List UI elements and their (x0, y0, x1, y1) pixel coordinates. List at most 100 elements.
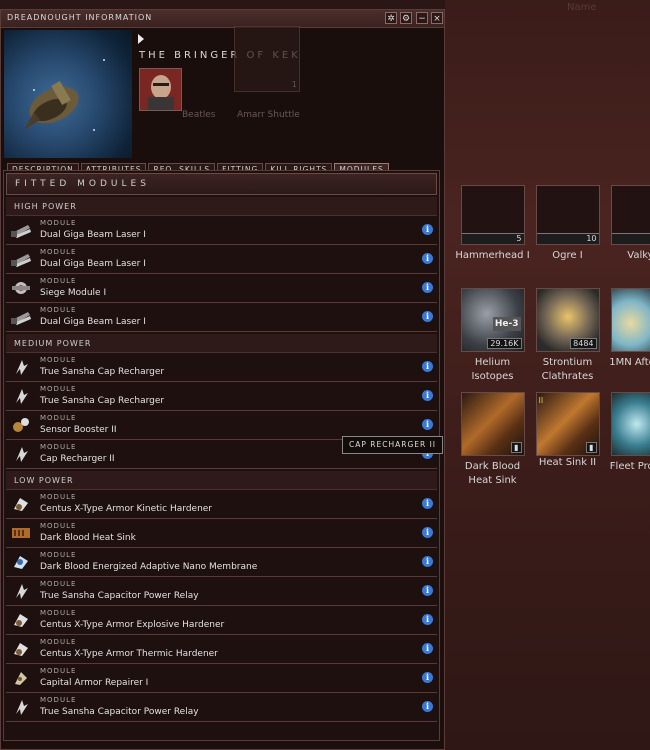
pilot-name: Beatles (182, 110, 216, 120)
item-label: Heat Sink II (538, 457, 597, 468)
shuttle-qty: 1 (291, 80, 297, 89)
module-row[interactable]: MODULE Centus X-Type Armor Thermic Harden… (6, 635, 437, 664)
module-name: True Sansha Cap Recharger (40, 367, 165, 377)
module-row[interactable]: MODULE Dual Giga Beam Laser I i (6, 245, 437, 274)
item-label: Hammerhead I (455, 250, 530, 261)
info-icon[interactable]: i (422, 701, 433, 712)
module-row[interactable]: MODULE Siege Module I i (6, 274, 437, 303)
info-icon[interactable]: i (422, 498, 433, 509)
item-label: Ogre I (552, 250, 583, 261)
module-kind-label: MODULE (40, 667, 77, 675)
fitted-modules-header: FITTED MODULES (6, 173, 437, 195)
info-icon[interactable]: i (422, 527, 433, 538)
siege-module-icon (10, 279, 32, 297)
ship-header: THE BRINGER OF KEK 1 Beatles Amarr Shutt… (1, 26, 444, 163)
laser-turret-icon (10, 308, 32, 326)
inventory-item[interactable]: Valkyr (605, 185, 650, 263)
inventory-item[interactable]: 8484 Strontium Clathrates (530, 288, 605, 384)
capacitor-module-icon (10, 698, 32, 716)
module-row[interactable]: MODULE Centus X-Type Armor Explosive Hard… (6, 606, 437, 635)
drone-icon (610, 185, 650, 245)
capacitor-module-icon (10, 582, 32, 600)
fleet-booster-icon (610, 392, 650, 456)
expand-arrow-icon[interactable] (138, 34, 144, 44)
module-name: Dark Blood Heat Sink (40, 533, 136, 543)
info-icon[interactable]: i (422, 253, 433, 264)
module-kind-label: MODULE (40, 356, 77, 364)
module-kind-label: MODULE (40, 385, 77, 393)
armor-membrane-icon (10, 553, 32, 571)
inventory-item[interactable]: Fleet Progres (605, 392, 650, 474)
module-row[interactable]: MODULE Dual Giga Beam Laser I i (6, 303, 437, 332)
module-kind-label: MODULE (40, 277, 77, 285)
helium-isotopes-icon: He-3 29.16K (460, 288, 525, 352)
inventory-item[interactable]: 10 Ogre I (530, 185, 605, 263)
window-titlebar[interactable]: DREADNOUGHT INFORMATION ✲ ⚙ − × (1, 10, 444, 28)
module-kind-label: MODULE (40, 696, 77, 704)
module-name: Cap Recharger II (40, 454, 115, 464)
module-name: Siege Module I (40, 288, 107, 298)
module-kind-label: MODULE (40, 306, 77, 314)
inventory-item[interactable]: ▮ Dark Blood Heat Sink (455, 392, 530, 488)
he3-badge: He-3 (492, 317, 521, 331)
item-label: Helium Isotopes (471, 357, 514, 382)
module-kind-label: MODULE (40, 414, 77, 422)
module-row[interactable]: MODULE Dark Blood Energized Adaptive Nano… (6, 548, 437, 577)
armor-hardener-icon (10, 495, 32, 513)
ship-image[interactable] (4, 30, 132, 158)
module-kind-label: MODULE (40, 522, 77, 530)
module-row[interactable]: MODULE True Sansha Capacitor Power Relay i (6, 693, 437, 722)
drone-icon: 10 (535, 185, 600, 245)
module-kind-label: MODULE (40, 609, 77, 617)
module-kind-label: MODULE (40, 443, 77, 451)
module-row[interactable]: MODULE Centus X-Type Armor Kinetic Harden… (6, 490, 437, 519)
pilot-portrait[interactable] (139, 68, 182, 111)
module-name: Centus X-Type Armor Thermic Hardener (40, 649, 218, 659)
inventory-background: Name 5 Hammerhead I 10 Ogre I Valkyr He-… (445, 0, 650, 750)
strontium-clathrates-icon: 8484 (535, 288, 600, 352)
options-icon[interactable]: ⚙ (400, 12, 412, 24)
shuttle-icon[interactable]: 1 (234, 26, 300, 92)
armor-hardener-icon (10, 640, 32, 658)
drone-icon: 5 (460, 185, 525, 245)
pilot-avatar-icon (140, 69, 181, 110)
module-name: Centus X-Type Armor Kinetic Hardener (40, 504, 213, 514)
info-icon[interactable]: i (422, 585, 433, 596)
capacitor-module-icon (10, 387, 32, 405)
pin-icon[interactable]: ✲ (385, 12, 397, 24)
module-row[interactable]: MODULE True Sansha Capacitor Power Relay i (6, 577, 437, 606)
module-row[interactable]: MODULE Capital Armor Repairer I i (6, 664, 437, 693)
module-row[interactable]: MODULE True Sansha Cap Recharger i (6, 353, 437, 382)
module-row[interactable]: MODULE Dual Giga Beam Laser I i (6, 216, 437, 245)
inventory-item[interactable]: 1MN Afterbur (605, 288, 650, 370)
module-name: Dual Giga Beam Laser I (40, 317, 146, 327)
inventory-item[interactable]: 5 Hammerhead I (455, 185, 530, 263)
info-icon[interactable]: i (422, 282, 433, 293)
module-kind-label: MODULE (40, 493, 77, 501)
module-row[interactable]: MODULE Dark Blood Heat Sink i (6, 519, 437, 548)
minimize-icon[interactable]: − (416, 12, 428, 24)
inventory-item[interactable]: He-3 29.16K Helium Isotopes (455, 288, 530, 384)
afterburner-icon (610, 288, 650, 352)
info-icon[interactable]: i (422, 643, 433, 654)
info-icon[interactable]: i (422, 556, 433, 567)
info-icon[interactable]: i (422, 361, 433, 372)
close-icon[interactable]: × (431, 12, 443, 24)
info-icon[interactable]: i (422, 311, 433, 322)
item-label: Valkyr (627, 250, 650, 261)
modules-panel: FITTED MODULES HIGH POWER MODULE Dual Gig… (3, 170, 440, 741)
info-icon[interactable]: i (422, 390, 433, 401)
info-icon[interactable]: i (422, 614, 433, 625)
module-name: Dual Giga Beam Laser I (40, 259, 146, 269)
module-name: Sensor Booster II (40, 425, 117, 435)
info-icon[interactable]: i (422, 419, 433, 430)
heat-sink-icon: ▮ (460, 392, 525, 456)
inventory-item[interactable]: II ▮ Heat Sink II (530, 392, 605, 470)
heat-sink-icon: II ▮ (535, 392, 600, 456)
module-row[interactable]: MODULE True Sansha Cap Recharger i (6, 382, 437, 411)
module-kind-label: MODULE (40, 248, 77, 256)
info-icon[interactable]: i (422, 672, 433, 683)
module-name: True Sansha Capacitor Power Relay (40, 591, 199, 601)
info-icon[interactable]: i (422, 224, 433, 235)
laser-turret-icon (10, 250, 32, 268)
